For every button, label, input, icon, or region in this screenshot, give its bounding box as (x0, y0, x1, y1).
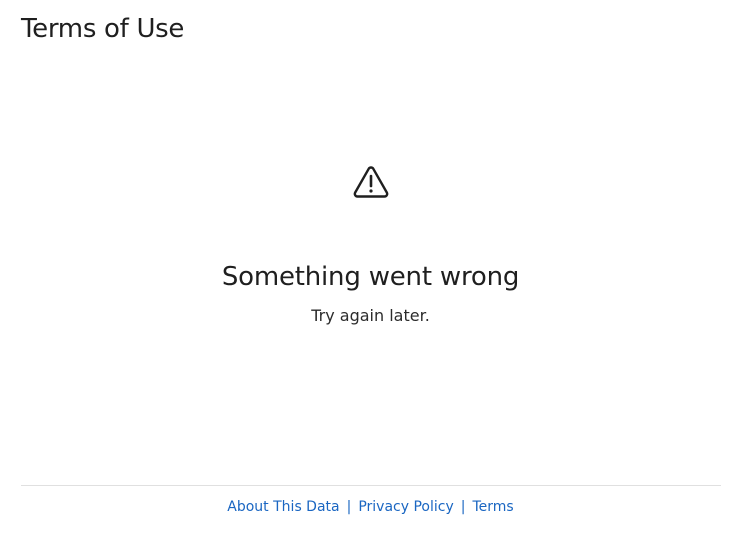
privacy-policy-link[interactable]: Privacy Policy (358, 499, 453, 515)
warning-triangle-icon (352, 164, 390, 200)
footer: About This Data | Privacy Policy | Terms (0, 499, 741, 515)
footer-separator: | (460, 499, 466, 515)
footer-separator: | (346, 499, 352, 515)
error-message: Try again later. (311, 306, 430, 325)
about-this-data-link[interactable]: About This Data (227, 499, 339, 515)
page-title: Terms of Use (21, 14, 185, 44)
error-heading: Something went wrong (221, 262, 520, 292)
error-panel: Something went wrong Try again later. (0, 164, 741, 325)
footer-divider (21, 485, 721, 486)
terms-link[interactable]: Terms (472, 499, 513, 515)
